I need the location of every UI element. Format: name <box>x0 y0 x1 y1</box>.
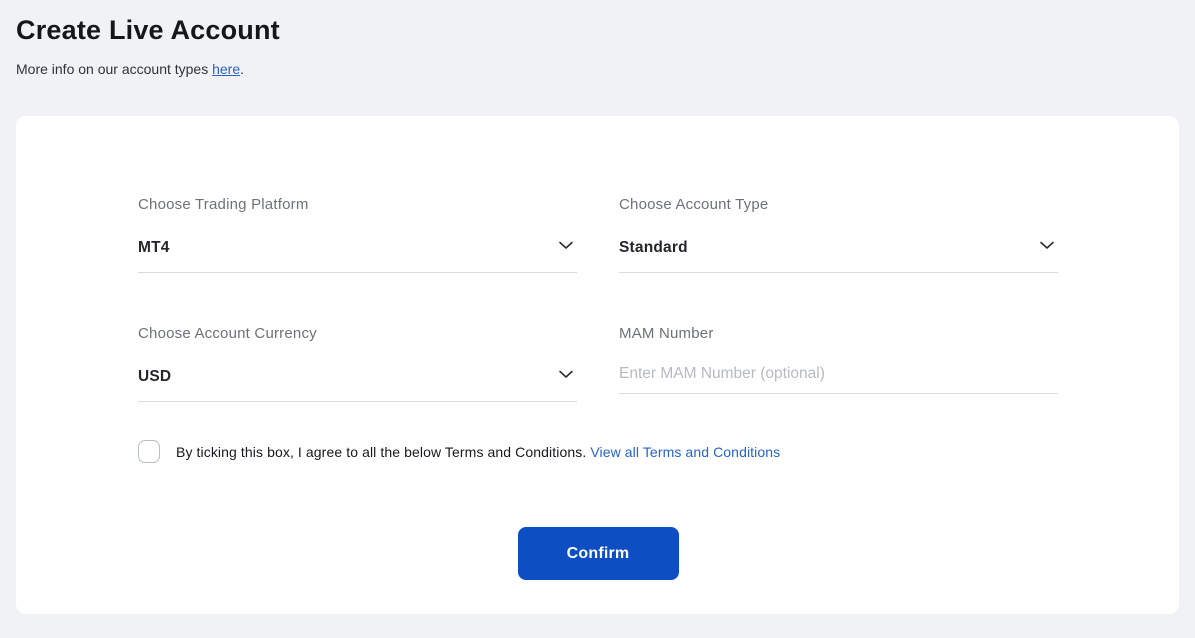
account-type-value: Standard <box>619 239 688 257</box>
mam-number-input[interactable] <box>619 365 1058 383</box>
chevron-down-icon <box>557 236 577 259</box>
account-form: Choose Trading Platform MT4 Choose Accou… <box>138 196 1058 402</box>
page-subtitle: More info on our account types here. <box>16 61 1179 77</box>
confirm-button[interactable]: Confirm <box>518 527 679 580</box>
mam-number-control <box>619 365 1058 394</box>
trading-platform-label: Choose Trading Platform <box>138 196 577 213</box>
terms-checkbox[interactable] <box>138 440 160 463</box>
account-currency-label: Choose Account Currency <box>138 325 577 342</box>
terms-agree-text: By ticking this box, I agree to all the … <box>176 444 590 460</box>
chevron-down-icon <box>1038 236 1058 259</box>
field-trading-platform: Choose Trading Platform MT4 <box>138 196 577 273</box>
view-terms-link[interactable]: View all Terms and Conditions <box>590 444 780 460</box>
page-header: Create Live Account More info on our acc… <box>0 0 1195 77</box>
terms-row: By ticking this box, I agree to all the … <box>138 440 1058 463</box>
mam-number-label: MAM Number <box>619 325 1058 342</box>
subtitle-text: More info on our account types <box>16 61 212 77</box>
account-currency-select[interactable]: USD <box>138 365 577 402</box>
subtitle-period: . <box>240 61 244 77</box>
terms-text: By ticking this box, I agree to all the … <box>176 444 780 460</box>
field-mam-number: MAM Number <box>619 325 1058 402</box>
field-account-currency: Choose Account Currency USD <box>138 325 577 402</box>
page-title: Create Live Account <box>16 13 1179 47</box>
button-row: Confirm <box>138 527 1058 580</box>
account-type-label: Choose Account Type <box>619 196 1058 213</box>
trading-platform-value: MT4 <box>138 239 170 257</box>
field-account-type: Choose Account Type Standard <box>619 196 1058 273</box>
chevron-down-icon <box>557 365 577 388</box>
trading-platform-select[interactable]: MT4 <box>138 236 577 273</box>
account-types-link[interactable]: here <box>212 61 240 77</box>
create-account-card: Choose Trading Platform MT4 Choose Accou… <box>16 116 1179 614</box>
account-type-select[interactable]: Standard <box>619 236 1058 273</box>
account-currency-value: USD <box>138 368 171 386</box>
